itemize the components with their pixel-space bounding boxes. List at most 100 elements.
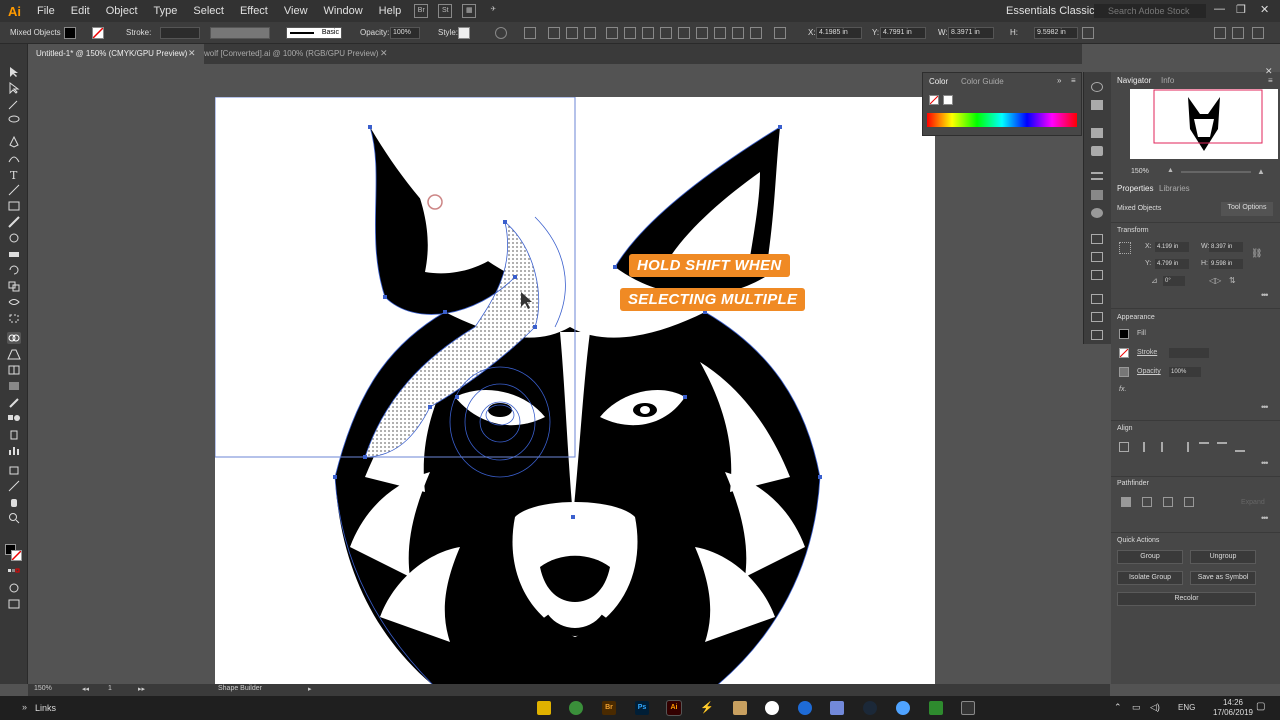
tab-close-icon[interactable]: ✕ bbox=[380, 48, 388, 59]
align-to-icon[interactable] bbox=[1119, 442, 1129, 452]
expand-button[interactable]: Expand bbox=[1241, 499, 1265, 506]
gradient-panel-icon[interactable] bbox=[1091, 190, 1103, 200]
stroke-panel-icon[interactable] bbox=[1091, 172, 1103, 180]
stroke-weight-field[interactable] bbox=[1169, 348, 1209, 358]
distribute-center-icon[interactable] bbox=[732, 27, 744, 39]
intersect-icon[interactable] bbox=[1163, 497, 1173, 507]
artboard[interactable] bbox=[214, 96, 935, 684]
isolate-selected-icon[interactable] bbox=[1082, 27, 1094, 39]
bridge-taskbar-icon[interactable]: Br bbox=[602, 701, 616, 715]
terminal-icon[interactable] bbox=[961, 701, 975, 715]
x-field[interactable]: 4.199 in bbox=[1155, 242, 1189, 252]
eraser-tool-icon[interactable] bbox=[7, 248, 21, 260]
flip-horizontal-icon[interactable]: ◁▷ bbox=[1209, 276, 1221, 285]
stroke-swatch[interactable] bbox=[1119, 348, 1129, 358]
fx-label[interactable]: fx. bbox=[1119, 386, 1126, 393]
save-as-symbol-button[interactable]: Save as Symbol bbox=[1190, 571, 1256, 585]
shape-builder-tool-icon[interactable] bbox=[7, 332, 21, 344]
gpu-performance-icon[interactable]: ✈ bbox=[486, 4, 500, 18]
graphic-styles-icon[interactable] bbox=[1091, 100, 1103, 110]
flip-vertical-icon[interactable]: ⇅ bbox=[1229, 276, 1236, 285]
brush-definition[interactable]: Basic bbox=[286, 27, 342, 39]
exclude-icon[interactable] bbox=[1184, 497, 1194, 507]
pen-tool-icon[interactable] bbox=[7, 135, 21, 148]
opacity-label[interactable]: Opacity bbox=[1137, 368, 1161, 375]
lasso-tool-icon[interactable] bbox=[7, 114, 21, 126]
scale-tool-icon[interactable] bbox=[7, 280, 21, 292]
notifications-icon[interactable]: ▢ bbox=[1256, 701, 1265, 712]
opacity-field[interactable]: 100% bbox=[390, 27, 420, 39]
zoom-tool-icon[interactable] bbox=[7, 512, 21, 524]
slice-tool-icon[interactable] bbox=[7, 480, 21, 492]
mesh-tool-icon[interactable] bbox=[7, 364, 21, 376]
none-swatch[interactable] bbox=[929, 95, 939, 105]
tab-untitled-1[interactable]: Untitled-1* @ 150% (CMYK/GPU Preview) bbox=[28, 44, 204, 64]
stock-icon[interactable]: St bbox=[438, 4, 453, 18]
w-field[interactable]: 8.397 in bbox=[1209, 242, 1243, 252]
tab-properties[interactable]: Properties bbox=[1117, 184, 1153, 193]
steam-icon[interactable] bbox=[863, 701, 877, 715]
isolate-group-button[interactable]: Isolate Group bbox=[1117, 571, 1183, 585]
more-options-icon[interactable]: ••• bbox=[1261, 458, 1269, 468]
perspective-grid-tool-icon[interactable] bbox=[7, 348, 21, 360]
distribute-top-icon[interactable] bbox=[660, 27, 672, 39]
more-options-icon[interactable]: ••• bbox=[1261, 402, 1269, 412]
tab-wolf-converted[interactable]: wolf [Converted].ai @ 100% (RGB/GPU Prev… bbox=[196, 44, 386, 64]
fill-swatch[interactable] bbox=[64, 27, 76, 39]
type-tool-icon[interactable]: T bbox=[7, 168, 21, 182]
align-middle-icon[interactable] bbox=[1217, 442, 1227, 452]
tray-chevron-icon[interactable]: ⌃ bbox=[1114, 702, 1122, 713]
stroke-color-icon[interactable] bbox=[11, 550, 22, 561]
wolf-artwork[interactable] bbox=[214, 96, 935, 684]
color-spectrum[interactable] bbox=[927, 113, 1077, 127]
status-menu-icon[interactable]: ▸ bbox=[308, 685, 312, 693]
group-button[interactable]: Group bbox=[1117, 550, 1183, 564]
blend-tool-icon[interactable] bbox=[7, 412, 21, 424]
magic-wand-tool-icon[interactable] bbox=[7, 98, 21, 110]
browser-icon[interactable] bbox=[896, 701, 910, 715]
app-icon[interactable] bbox=[733, 701, 747, 715]
spreadsheet-icon[interactable] bbox=[929, 701, 943, 715]
paintbrush-tool-icon[interactable] bbox=[7, 216, 21, 228]
align-bottom-icon[interactable] bbox=[642, 27, 654, 39]
menu-select[interactable]: Select bbox=[185, 5, 232, 17]
gradient-tool-icon[interactable] bbox=[7, 380, 21, 392]
photoshop-taskbar-icon[interactable]: Ps bbox=[635, 701, 649, 715]
rectangle-tool-icon[interactable] bbox=[7, 200, 21, 212]
distribute-right-icon[interactable] bbox=[750, 27, 762, 39]
more-options-icon[interactable]: ••• bbox=[1261, 513, 1269, 523]
filezilla-icon[interactable]: ⚡ bbox=[700, 701, 714, 715]
transform-panel-icon[interactable] bbox=[1091, 312, 1103, 322]
drawing-modes-icon[interactable] bbox=[7, 582, 21, 594]
angle-field[interactable]: 0° bbox=[1163, 276, 1185, 286]
tab-info[interactable]: Info bbox=[1161, 76, 1174, 85]
tab-navigator[interactable]: Navigator bbox=[1117, 76, 1151, 85]
links-toolbar[interactable]: Links bbox=[35, 703, 56, 713]
opacity-field[interactable]: 100% bbox=[1169, 367, 1201, 377]
ungroup-button[interactable]: Ungroup bbox=[1190, 550, 1256, 564]
volume-icon[interactable]: ◁) bbox=[1150, 702, 1160, 713]
align-right-icon[interactable] bbox=[1179, 442, 1189, 452]
transform-reference-icon[interactable] bbox=[774, 27, 786, 39]
menu-view[interactable]: View bbox=[276, 5, 316, 17]
rotate-tool-icon[interactable] bbox=[7, 264, 21, 276]
control-bar-menu-icon[interactable] bbox=[1252, 27, 1264, 39]
align-left-icon[interactable] bbox=[1143, 442, 1153, 452]
tab-color[interactable]: Color bbox=[929, 77, 948, 86]
discord-icon[interactable] bbox=[830, 701, 844, 715]
variable-width-profile[interactable] bbox=[210, 27, 270, 39]
zoom-out-icon[interactable]: ▲ bbox=[1167, 167, 1174, 174]
safari-icon[interactable] bbox=[765, 701, 779, 715]
illustrator-taskbar-icon[interactable]: Ai bbox=[666, 700, 682, 716]
shaper-tool-icon[interactable] bbox=[7, 232, 21, 244]
align-top-icon[interactable] bbox=[1199, 442, 1209, 452]
align-left-icon[interactable] bbox=[548, 27, 560, 39]
pathfinder-panel-icon[interactable] bbox=[1091, 330, 1103, 340]
menu-type[interactable]: Type bbox=[146, 5, 186, 17]
network-icon[interactable]: ▭ bbox=[1132, 702, 1141, 713]
distribute-middle-icon[interactable] bbox=[678, 27, 690, 39]
brushes-panel-icon[interactable] bbox=[1091, 128, 1103, 138]
restore-icon[interactable]: ❐ bbox=[1236, 3, 1246, 16]
align-top-icon[interactable] bbox=[606, 27, 618, 39]
arrange-documents-icon[interactable]: ▦ bbox=[462, 4, 477, 18]
